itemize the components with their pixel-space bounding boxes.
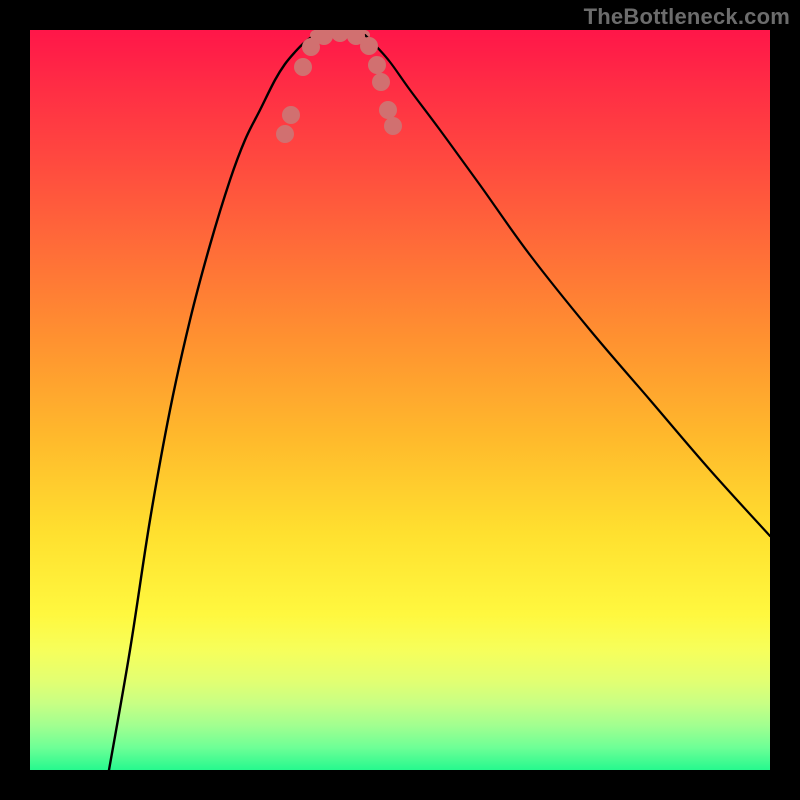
data-marker [295, 59, 312, 76]
curve-layer [30, 30, 770, 770]
data-markers [277, 30, 402, 143]
data-marker [361, 38, 378, 55]
attribution-text: TheBottleneck.com [584, 4, 790, 30]
data-marker [277, 126, 294, 143]
data-marker [385, 118, 402, 135]
data-marker [373, 74, 390, 91]
data-marker [332, 30, 349, 42]
data-marker [316, 30, 333, 45]
data-marker [369, 57, 386, 74]
curve-right [365, 35, 770, 536]
curve-left [109, 35, 315, 770]
chart-root: TheBottleneck.com [0, 0, 800, 800]
plot-area [30, 30, 770, 770]
data-marker [380, 102, 397, 119]
data-marker [283, 107, 300, 124]
